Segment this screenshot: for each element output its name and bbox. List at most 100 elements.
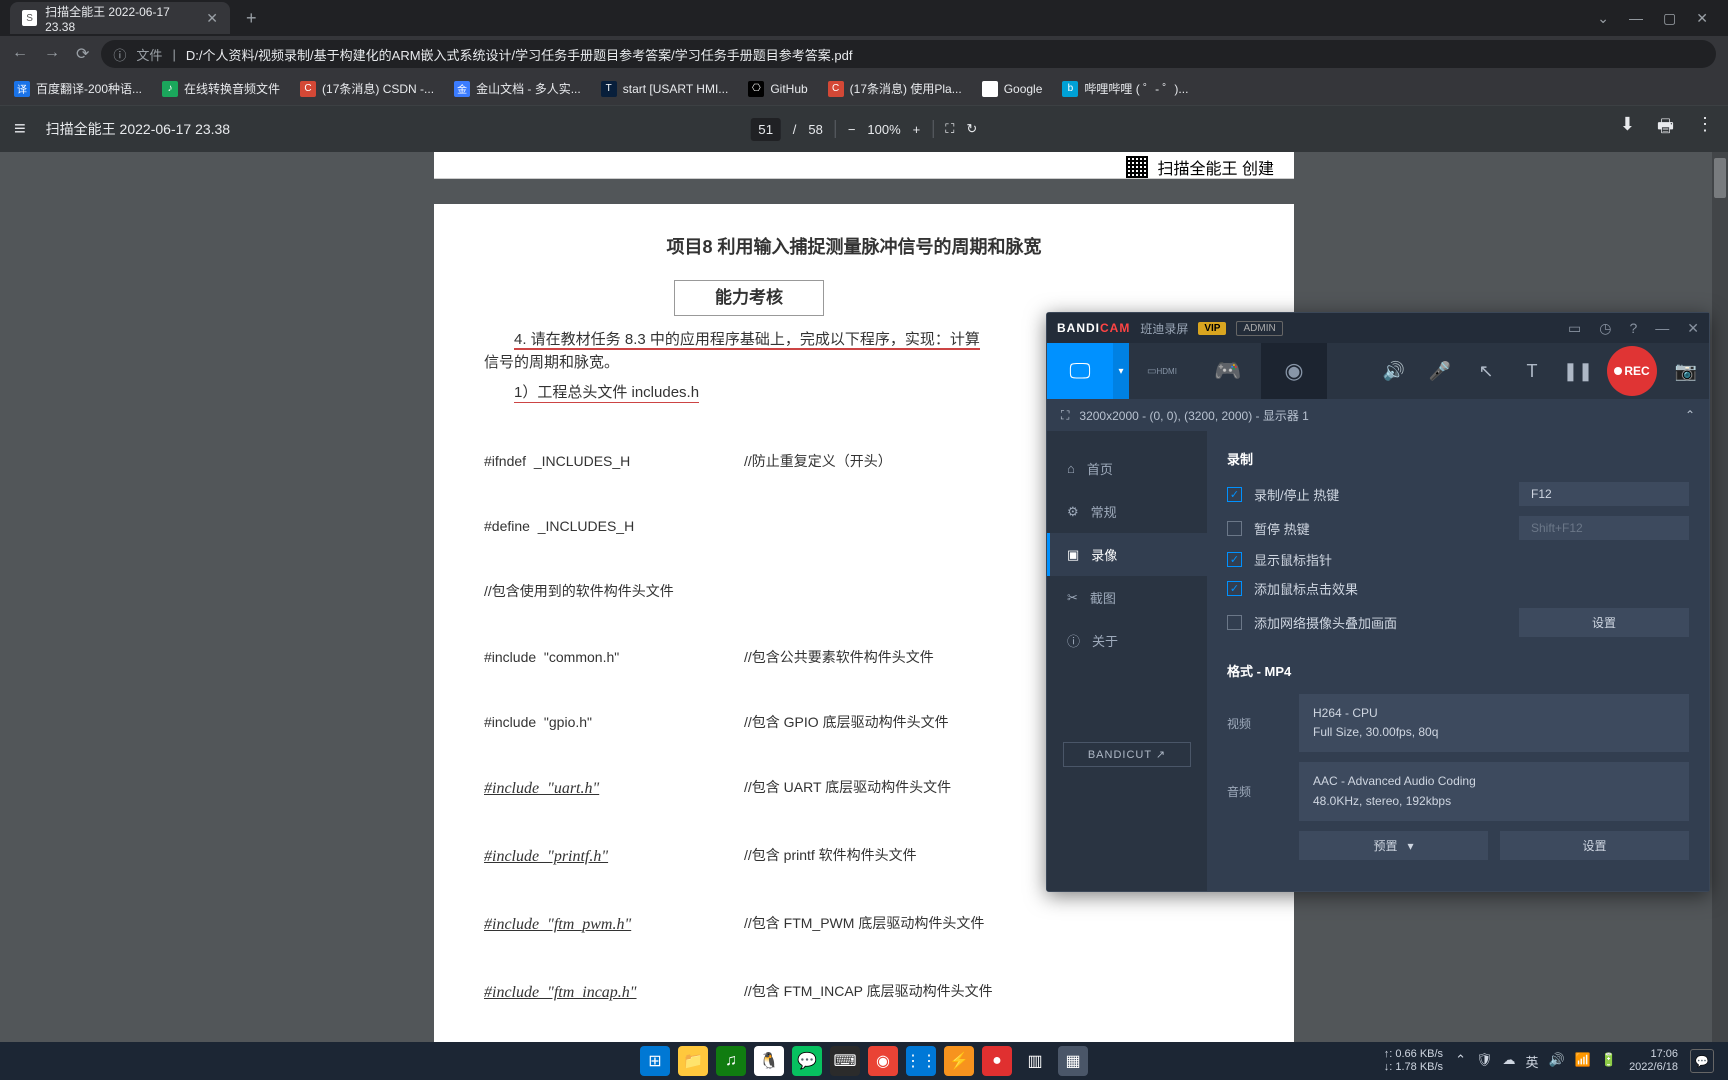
sidebar-item-关于[interactable]: ⓘ关于 <box>1047 619 1207 662</box>
chevron-down-icon[interactable]: ⌄ <box>1597 10 1609 27</box>
bookmark-item[interactable]: ⎔GitHub <box>748 81 807 97</box>
reload-button[interactable]: ⟳ <box>76 44 89 64</box>
help-icon[interactable]: ? <box>1629 320 1637 337</box>
url-input[interactable]: ⓘ 文件 | D:/个人资料/视频录制/基于构建化的ARM嵌入式系统设计/学习任… <box>101 40 1716 68</box>
qr-watermark: 扫描全能王 创建 <box>1126 155 1274 179</box>
taskbar-app-icon[interactable]: ⋮⋮ <box>906 1046 936 1076</box>
mode-hdmi-button[interactable]: ▭HDMI <box>1129 343 1195 399</box>
nav-icon: ⓘ <box>1067 631 1080 650</box>
bookmark-item[interactable]: 译百度翻译-200种语... <box>14 80 142 97</box>
tray-icon[interactable]: 📶 <box>1575 1052 1591 1071</box>
nav-icon: ✂ <box>1067 590 1078 606</box>
mode-dropdown[interactable]: ▾ <box>1113 343 1129 399</box>
capture-icon[interactable]: 📷 <box>1663 343 1709 399</box>
tray-icon[interactable]: ☁ <box>1502 1052 1515 1071</box>
browser-tab[interactable]: S 扫描全能王 2022-06-17 23.38 ✕ <box>10 2 230 34</box>
taskbar-app-icon[interactable]: ◉ <box>868 1046 898 1076</box>
pause-icon[interactable]: ❚❚ <box>1555 343 1601 399</box>
bookmark-item[interactable]: b哔哩哔哩 ( ゜- ゜)... <box>1062 80 1188 97</box>
minimize-button[interactable]: — <box>1655 320 1669 337</box>
bookmark-item[interactable]: C(17条消息) CSDN -... <box>300 80 434 97</box>
bookmark-item[interactable]: 金金山文档 - 多人实... <box>454 80 581 97</box>
download-button[interactable]: ⬇ <box>1620 114 1635 144</box>
checkbox-hotkey[interactable]: ✓ <box>1227 487 1242 502</box>
folder-icon[interactable]: ▭ <box>1568 320 1581 337</box>
close-button[interactable]: ✕ <box>1687 320 1699 337</box>
bookmark-item[interactable]: GGoogle <box>982 81 1043 97</box>
checkbox-pause[interactable]: ✓ <box>1227 521 1242 536</box>
capture-area-info[interactable]: ⛶ 3200x2000 - (0, 0), (3200, 2000) - 显示器… <box>1047 399 1709 431</box>
bookmark-item[interactable]: Tstart [USART HMI... <box>601 81 729 97</box>
taskbar-app-icon[interactable]: ⌨ <box>830 1046 860 1076</box>
hotkey-input[interactable]: F12 <box>1519 482 1689 506</box>
print-button[interactable]: 🖶 <box>1657 114 1674 144</box>
nav-buttons: ← → ⟳ <box>12 44 89 64</box>
cursor-icon[interactable]: ↖ <box>1463 343 1509 399</box>
opt-cursor-label: 显示鼠标指针 <box>1254 550 1332 569</box>
mic-icon[interactable]: 🎤 <box>1417 343 1463 399</box>
info-icon[interactable]: ⓘ <box>113 45 126 64</box>
minimize-button[interactable]: — <box>1629 10 1643 27</box>
tray-icon[interactable]: ⌃ <box>1455 1052 1466 1071</box>
maximize-button[interactable]: ▢ <box>1663 10 1676 27</box>
speaker-icon[interactable]: 🔊 <box>1371 343 1417 399</box>
qr-code-icon <box>1126 156 1148 178</box>
preset-button[interactable]: 预置 ▾ <box>1299 831 1488 860</box>
notification-icon[interactable]: 💬 <box>1690 1049 1714 1073</box>
checkbox-cursor[interactable]: ✓ <box>1227 552 1242 567</box>
timer-icon[interactable]: ◷ <box>1599 320 1611 337</box>
record-button[interactable]: REC <box>1607 346 1657 396</box>
new-tab-button[interactable]: + <box>246 8 257 29</box>
bandicam-body: ⌂首页⚙常规▣录像✂截图ⓘ关于BANDICUT ↗ 录制 ✓ 录制/停止 热键 … <box>1047 431 1709 891</box>
settings-button-2[interactable]: 设置 <box>1500 831 1689 860</box>
pdf-page-prev-strip: 扫描全能王 创建 <box>434 152 1294 179</box>
taskbar-app-icon[interactable]: 💬 <box>792 1046 822 1076</box>
bandicam-titlebar[interactable]: BANDICAM 班迪录屏 VIP ADMIN ▭ ◷ ? — ✕ <box>1047 313 1709 343</box>
checkbox-webcam[interactable]: ✓ <box>1227 615 1242 630</box>
sidebar-item-录像[interactable]: ▣录像 <box>1047 533 1207 576</box>
bandicam-logo: BANDICAM <box>1057 321 1130 335</box>
taskbar-app-icon[interactable]: ⚡ <box>944 1046 974 1076</box>
nav-label: 首页 <box>1087 459 1113 478</box>
more-button[interactable]: ⋮ <box>1696 114 1714 144</box>
back-button[interactable]: ← <box>12 44 28 64</box>
checkbox-click[interactable]: ✓ <box>1227 581 1242 596</box>
taskbar-app-icon[interactable]: ⊞ <box>640 1046 670 1076</box>
settings-button[interactable]: 设置 <box>1519 608 1689 637</box>
chevron-up-icon[interactable]: ⌃ <box>1685 408 1695 422</box>
pdf-toolbar: ≡ 扫描全能王 2022-06-17 23.38 / 58 − 100% + ⛶… <box>0 106 1728 152</box>
text-icon[interactable]: T <box>1509 343 1555 399</box>
sidebar-item-首页[interactable]: ⌂首页 <box>1047 447 1207 490</box>
tray-icon[interactable]: 🛡 <box>1476 1052 1493 1071</box>
url-path: D:/个人资料/视频录制/基于构建化的ARM嵌入式系统设计/学习任务手册题目参考… <box>186 45 853 64</box>
taskbar-app-icon[interactable]: ▦ <box>1058 1046 1088 1076</box>
fit-page-button[interactable]: ⛶ <box>945 121 954 137</box>
tray-icon[interactable]: 🔋 <box>1601 1052 1617 1071</box>
taskbar-app-icon[interactable]: ▥ <box>1020 1046 1050 1076</box>
zoom-out-button[interactable]: − <box>848 122 856 137</box>
forward-button[interactable]: → <box>44 44 60 64</box>
close-icon[interactable]: ✕ <box>206 10 218 27</box>
scrollbar[interactable] <box>1712 152 1728 1042</box>
taskbar-app-icon[interactable]: ● <box>982 1046 1012 1076</box>
sidebar-item-截图[interactable]: ✂截图 <box>1047 576 1207 619</box>
sidebar-item-常规[interactable]: ⚙常规 <box>1047 490 1207 533</box>
zoom-in-button[interactable]: + <box>913 122 921 137</box>
tray-icon[interactable]: 🔊 <box>1549 1052 1565 1071</box>
page-number-input[interactable] <box>751 118 781 141</box>
tray-icon[interactable]: 英 <box>1525 1052 1538 1071</box>
bookmark-item[interactable]: ♪在线转换音频文件 <box>162 80 280 97</box>
menu-icon[interactable]: ≡ <box>14 118 26 141</box>
bandicut-link[interactable]: BANDICUT ↗ <box>1063 742 1191 767</box>
scrollbar-thumb[interactable] <box>1714 158 1726 198</box>
taskbar-app-icon[interactable]: ♫ <box>716 1046 746 1076</box>
mode-webcam-button[interactable]: ◉ <box>1261 343 1327 399</box>
bookmark-item[interactable]: C(17条消息) 使用Pla... <box>828 80 962 97</box>
taskbar-app-icon[interactable]: 🐧 <box>754 1046 784 1076</box>
rotate-button[interactable]: ↻ <box>966 121 977 137</box>
close-window-button[interactable]: ✕ <box>1696 10 1708 27</box>
clock[interactable]: 17:06 2022/6/18 <box>1629 1048 1678 1074</box>
taskbar-app-icon[interactable]: 📁 <box>678 1046 708 1076</box>
mode-game-button[interactable]: 🎮 <box>1195 343 1261 399</box>
mode-screen-button[interactable]: 🖵 <box>1047 343 1113 399</box>
